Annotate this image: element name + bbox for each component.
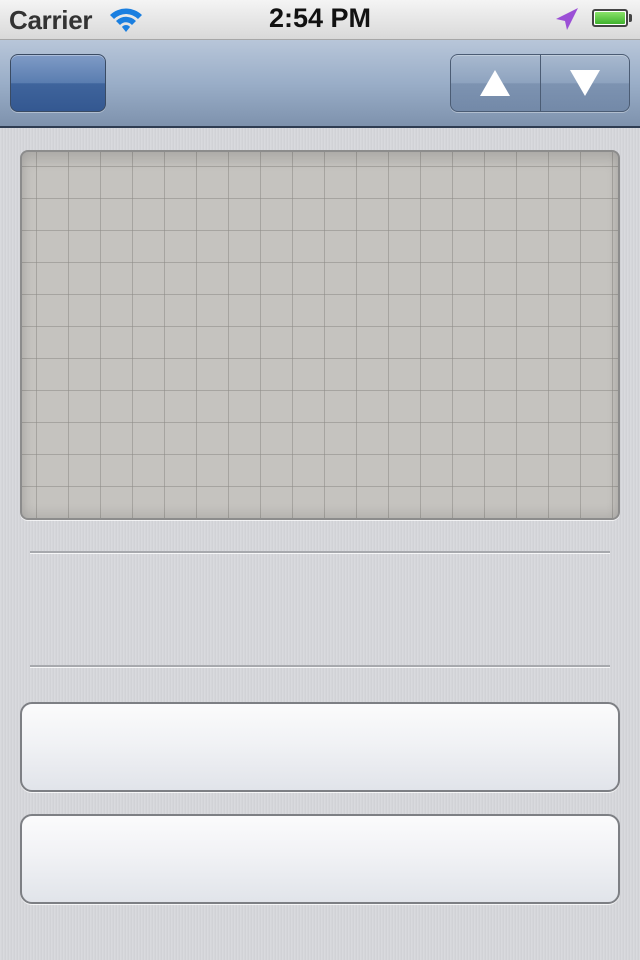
divider	[30, 665, 610, 667]
grid-panel	[20, 150, 620, 520]
navigation-bar	[0, 40, 640, 128]
battery-icon	[592, 9, 628, 27]
text-field-1[interactable]	[20, 702, 620, 792]
battery-level	[595, 12, 625, 24]
status-bar: Carrier 2:54 PM	[0, 0, 640, 40]
arrow-up-icon	[480, 70, 511, 96]
arrow-down-icon	[569, 70, 600, 96]
text-field-2[interactable]	[20, 814, 620, 904]
location-arrow-icon	[556, 8, 578, 30]
previous-button[interactable]	[451, 55, 540, 111]
prev-next-segmented-control[interactable]	[450, 54, 630, 112]
clock-time: 2:54 PM	[268, 3, 372, 33]
nav-left-button[interactable]	[10, 54, 106, 112]
divider	[30, 551, 610, 553]
battery-cap	[629, 14, 632, 22]
next-button[interactable]	[539, 55, 630, 111]
